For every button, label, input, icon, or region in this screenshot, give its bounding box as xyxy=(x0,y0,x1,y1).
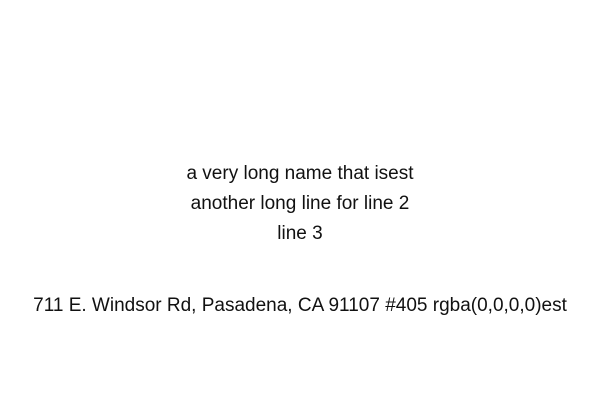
name-block: a very long name that isest another long… xyxy=(0,159,600,249)
text-line-3: line 3 xyxy=(277,223,323,244)
text-line-2: another long line for line 2 xyxy=(190,193,410,214)
address-text: 711 E. Windsor Rd, Pasadena, CA 91107 #4… xyxy=(33,295,567,316)
text-line-1: a very long name that isest xyxy=(186,163,414,184)
